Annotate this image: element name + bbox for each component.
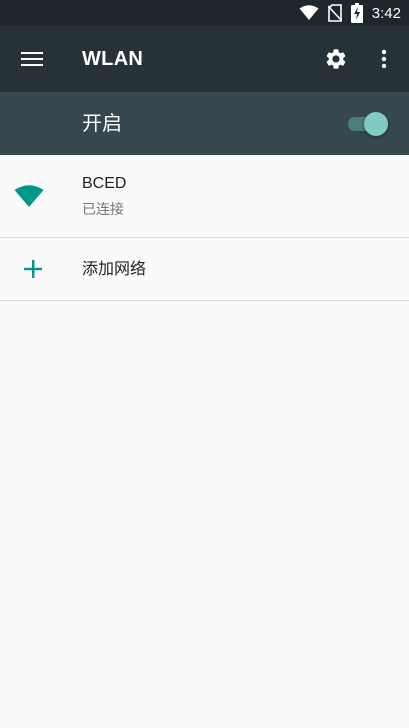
wifi-signal-full-icon — [14, 185, 44, 207]
more-options-button[interactable] — [364, 39, 404, 79]
divider — [0, 300, 409, 301]
no-sim-icon — [327, 4, 342, 22]
toggle-thumb — [364, 112, 388, 136]
add-network-label: 添加网络 — [82, 259, 147, 278]
more-vert-icon — [381, 49, 387, 69]
status-bar: 3:42 — [0, 0, 409, 26]
app-bar: WLAN — [0, 26, 409, 92]
menu-button[interactable] — [12, 39, 52, 79]
network-status: 已连接 — [82, 202, 124, 218]
switch-label: 开启 — [82, 111, 122, 135]
wlan-master-switch-bar[interactable]: 开启 — [0, 92, 409, 155]
wlan-toggle[interactable] — [346, 111, 390, 137]
menu-icon — [21, 52, 43, 66]
network-name: BCED — [82, 175, 127, 192]
plus-icon — [24, 260, 42, 278]
clock: 3:42 — [371, 4, 401, 22]
add-network-item[interactable]: 添加网络 — [0, 238, 409, 300]
wifi-icon — [299, 5, 319, 20]
page-title: WLAN — [82, 48, 144, 70]
battery-charging-icon — [350, 3, 363, 23]
network-item-bced[interactable]: BCED 已连接 — [0, 155, 409, 237]
gear-icon — [326, 49, 346, 69]
status-icons: 3:42 — [299, 0, 401, 26]
settings-button[interactable] — [316, 39, 356, 79]
